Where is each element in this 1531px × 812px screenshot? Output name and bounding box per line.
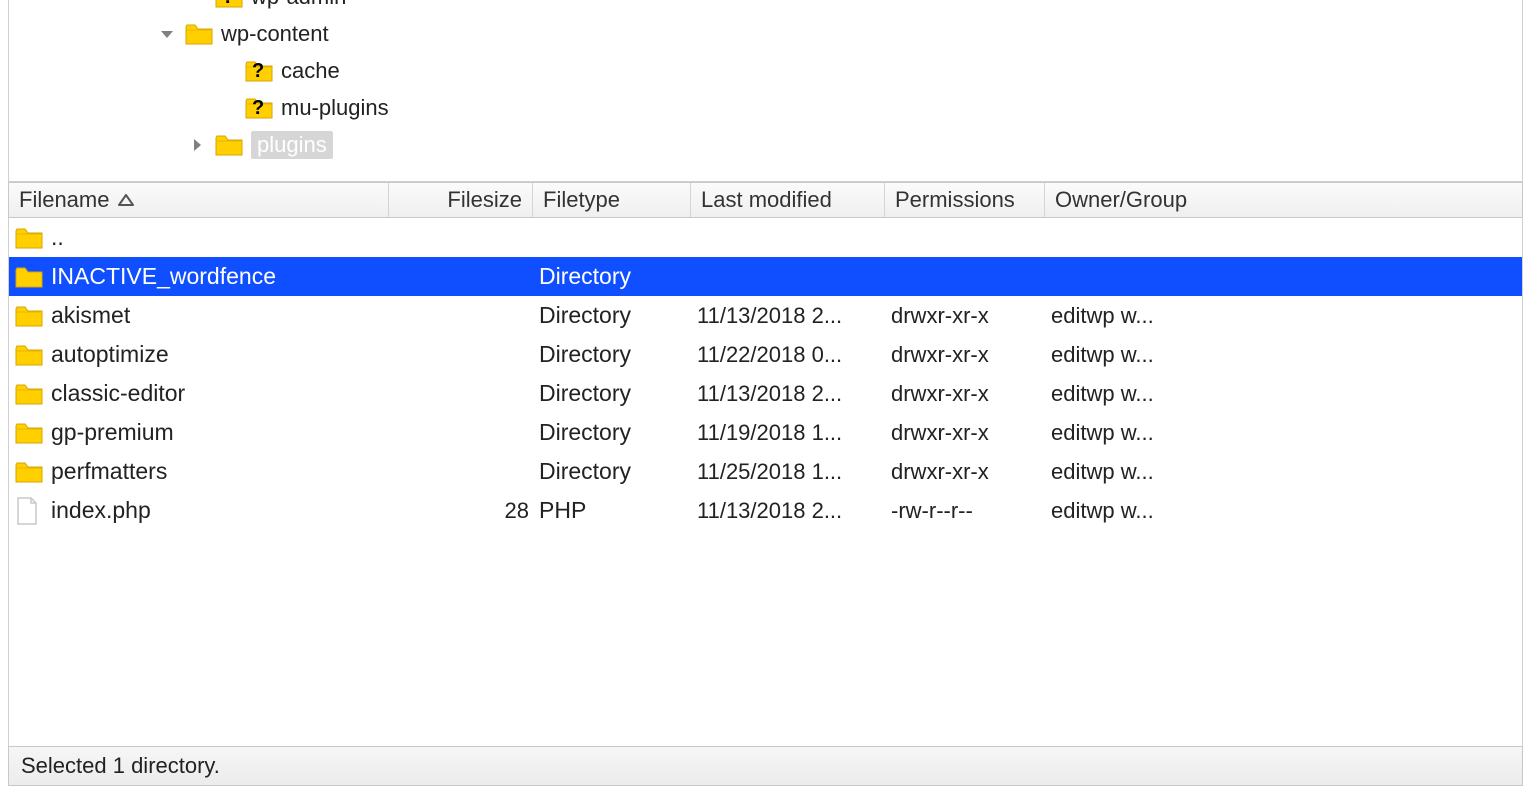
file-list: Filename Filesize Filetype Last modified… [8, 182, 1523, 746]
tree-item[interactable]: plugins [9, 126, 1522, 163]
folder-tree[interactable]: ? wp-admin wp-content? cache? mu-plugins plug… [8, 0, 1523, 182]
column-filename[interactable]: Filename [9, 183, 389, 217]
status-bar: Selected 1 directory. [8, 746, 1523, 786]
tree-item[interactable]: wp-content [9, 15, 1522, 52]
column-filetype[interactable]: Filetype [533, 183, 691, 217]
file-name: akismet [51, 302, 395, 329]
file-owner: editwp w... [1051, 420, 1211, 446]
file-type: Directory [539, 341, 697, 368]
tree-toggle-none [187, 0, 207, 7]
file-modified: 11/19/2018 1... [697, 420, 891, 446]
file-type: Directory [539, 380, 697, 407]
file-size: 28 [395, 498, 539, 524]
column-owner-group-label: Owner/Group [1055, 187, 1187, 213]
chevron-right-icon[interactable] [187, 135, 207, 155]
file-type: Directory [539, 302, 697, 329]
file-name: perfmatters [51, 458, 395, 485]
tree-item-label: plugins [251, 131, 333, 159]
tree-item-label: cache [281, 58, 340, 84]
tree-item[interactable]: ? mu-plugins [9, 89, 1522, 126]
column-filesize[interactable]: Filesize [389, 183, 533, 217]
file-type: Directory [539, 263, 697, 290]
folder-icon [15, 304, 51, 328]
file-owner: editwp w... [1051, 459, 1211, 485]
file-permissions: drwxr-xr-x [891, 381, 1051, 407]
file-modified: 11/13/2018 2... [697, 303, 891, 329]
file-owner: editwp w... [1051, 498, 1211, 524]
column-owner-group[interactable]: Owner/Group [1045, 183, 1213, 217]
column-permissions[interactable]: Permissions [885, 183, 1045, 217]
file-list-body[interactable]: .. INACTIVE_wordfence Directory akismet Dire… [8, 218, 1523, 746]
file-permissions: drwxr-xr-x [891, 459, 1051, 485]
tree-toggle-none [217, 61, 237, 81]
folder-question-icon: ? [245, 96, 273, 120]
folder-icon [185, 22, 213, 46]
file-modified: 11/25/2018 1... [697, 459, 891, 485]
column-last-modified[interactable]: Last modified [691, 183, 885, 217]
column-filesize-label: Filesize [447, 187, 522, 213]
folder-icon [15, 226, 51, 250]
file-row[interactable]: INACTIVE_wordfence Directory [9, 257, 1522, 296]
file-row[interactable]: akismet Directory11/13/2018 2...drwxr-xr-… [9, 296, 1522, 335]
column-filetype-label: Filetype [543, 187, 620, 213]
file-type: Directory [539, 419, 697, 446]
file-row[interactable]: index.php28PHP11/13/2018 2...-rw-r--r--e… [9, 491, 1522, 530]
file-name: classic-editor [51, 380, 395, 407]
file-row[interactable]: gp-premium Directory11/19/2018 1...drwxr-… [9, 413, 1522, 452]
file-row[interactable]: classic-editor Directory11/13/2018 2...dr… [9, 374, 1522, 413]
chevron-down-icon[interactable] [157, 24, 177, 44]
folder-question-icon: ? [245, 59, 273, 83]
file-name: autoptimize [51, 341, 395, 368]
column-permissions-label: Permissions [895, 187, 1015, 213]
file-row[interactable]: .. [9, 218, 1522, 257]
folder-icon [15, 460, 51, 484]
status-text: Selected 1 directory. [21, 753, 220, 779]
folder-question-icon: ? [215, 0, 243, 9]
tree-item-label: wp-admin [251, 0, 346, 10]
file-modified: 11/22/2018 0... [697, 342, 891, 368]
file-permissions: drwxr-xr-x [891, 342, 1051, 368]
file-name: INACTIVE_wordfence [51, 263, 395, 290]
file-row[interactable]: autoptimize Directory11/22/2018 0...drwxr… [9, 335, 1522, 374]
file-row[interactable]: perfmatters Directory11/25/2018 1...drwxr… [9, 452, 1522, 491]
folder-icon [15, 343, 51, 367]
folder-icon [15, 382, 51, 406]
tree-item[interactable]: ? cache [9, 52, 1522, 89]
file-name: gp-premium [51, 419, 395, 446]
folder-icon [15, 421, 51, 445]
folder-icon [15, 265, 51, 289]
file-modified: 11/13/2018 2... [697, 498, 891, 524]
file-type: Directory [539, 458, 697, 485]
file-type: PHP [539, 497, 697, 524]
tree-toggle-none [217, 98, 237, 118]
file-permissions: drwxr-xr-x [891, 420, 1051, 446]
file-owner: editwp w... [1051, 381, 1211, 407]
file-icon [15, 497, 51, 525]
tree-item-label: wp-content [221, 21, 329, 47]
file-name: index.php [51, 497, 395, 524]
column-last-modified-label: Last modified [701, 187, 832, 213]
file-modified: 11/13/2018 2... [697, 381, 891, 407]
folder-icon [215, 133, 243, 157]
sort-asc-icon [117, 187, 135, 213]
file-owner: editwp w... [1051, 303, 1211, 329]
file-permissions: -rw-r--r-- [891, 498, 1051, 524]
tree-item[interactable]: ? wp-admin [9, 0, 1522, 15]
file-owner: editwp w... [1051, 342, 1211, 368]
file-permissions: drwxr-xr-x [891, 303, 1051, 329]
file-list-header[interactable]: Filename Filesize Filetype Last modified… [8, 182, 1523, 218]
tree-item-label: mu-plugins [281, 95, 389, 121]
file-name: .. [51, 224, 395, 251]
column-filename-label: Filename [19, 187, 109, 213]
